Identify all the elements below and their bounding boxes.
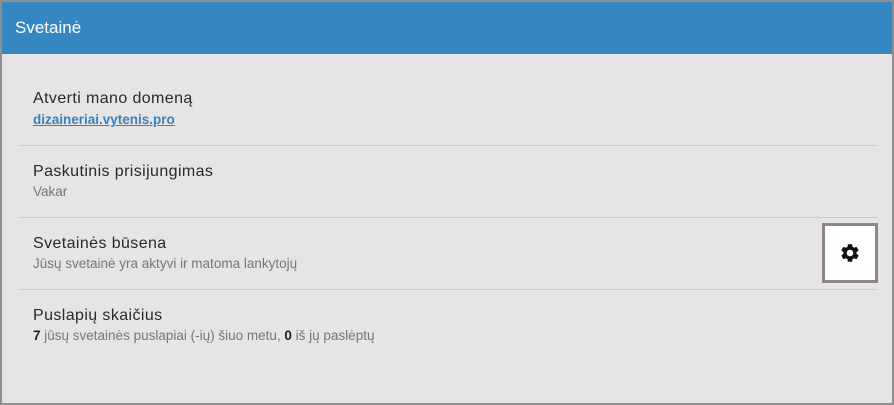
site-status-value: Jūsų svetainė yra aktyvi ir matoma lanky… xyxy=(33,256,298,271)
hidden-count-number: 0 xyxy=(284,328,292,343)
last-login-value: Vakar xyxy=(33,184,68,199)
gear-icon xyxy=(841,244,859,262)
page-count-text: jūsų svetainės puslapiai (-ių) šiuo metu… xyxy=(40,328,285,343)
page-count-value: 7 jūsų svetainės puslapiai (-ių) šiuo me… xyxy=(33,328,374,343)
settings-list: Atverti mano domeną dizaineriai.vytenis.… xyxy=(18,88,878,362)
page-count-title: Puslapių skaičius xyxy=(33,307,163,324)
page-count-number: 7 xyxy=(33,328,41,343)
open-domain-title: Atverti mano domeną xyxy=(33,90,193,107)
list-item-page-count: Puslapių skaičius 7 jūsų svetainės pusla… xyxy=(18,290,878,362)
site-status-settings-button[interactable] xyxy=(822,223,878,283)
list-item-site-status: Svetainės būsena Jūsų svetainė yra aktyv… xyxy=(18,218,878,290)
site-status-title: Svetainės būsena xyxy=(33,235,167,252)
domain-subtitle: dizaineriai.vytenis.pro xyxy=(33,112,175,127)
list-item-last-login: Paskutinis prisijungimas Vakar xyxy=(18,146,878,218)
last-login-title: Paskutinis prisijungimas xyxy=(33,163,214,180)
panel-header: Svetainė xyxy=(2,2,892,54)
panel-title: Svetainė xyxy=(15,18,82,37)
hidden-count-text: iš jų paslėptų xyxy=(291,328,375,343)
site-panel: Svetainė Atverti mano domeną dizaineriai… xyxy=(0,0,894,405)
domain-link[interactable]: dizaineriai.vytenis.pro xyxy=(33,112,175,127)
list-item-open-domain: Atverti mano domeną dizaineriai.vytenis.… xyxy=(18,74,878,146)
